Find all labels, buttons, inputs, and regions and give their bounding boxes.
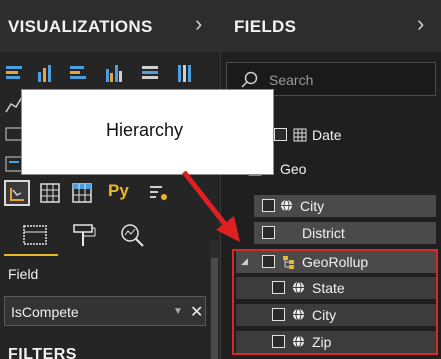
hierarchy-level-state[interactable]: State	[236, 277, 436, 299]
scrollbar-thumb[interactable]	[211, 258, 218, 359]
checkbox[interactable]	[272, 335, 285, 348]
fields-tab-icon[interactable]	[22, 222, 50, 250]
level-name: State	[312, 280, 345, 296]
hierarchy-name: GeoRollup	[302, 254, 369, 270]
visual-icons-row-1	[4, 62, 212, 88]
globe-icon	[293, 308, 304, 321]
clustered-bar-chart-icon	[70, 66, 86, 79]
100-percent-column-chart-icon	[178, 65, 191, 82]
field-well-label: Field	[8, 266, 39, 282]
clustered-column-chart-icon	[106, 65, 122, 82]
tooltip-text: Hierarchy	[106, 120, 184, 140]
fields-title: FIELDS	[234, 17, 297, 36]
format-paint-roller-icon[interactable]	[70, 222, 98, 250]
table-row-geo[interactable]: Geo	[248, 158, 436, 180]
level-name: City	[312, 307, 337, 323]
chevron-down-icon[interactable]: ▼	[173, 306, 183, 317]
level-name: Zip	[312, 334, 332, 350]
globe-icon	[281, 199, 292, 212]
globe-icon	[293, 281, 304, 294]
hierarchy-tooltip: Hierarchy	[21, 89, 274, 175]
table-visual-icon[interactable]	[40, 183, 60, 203]
analytics-magnifier-icon[interactable]	[118, 222, 146, 250]
remove-field-close-icon[interactable]: ✕	[190, 302, 203, 322]
table-name: Date	[312, 127, 342, 143]
calendar-table-icon	[293, 128, 307, 142]
field-row-district[interactable]: District	[254, 222, 436, 244]
checkbox[interactable]	[262, 226, 275, 239]
search-placeholder: Search	[269, 72, 314, 88]
hierarchy-slicer-icon[interactable]	[4, 180, 30, 206]
hierarchy-icon	[283, 256, 294, 269]
hierarchy-level-city[interactable]: City	[236, 304, 436, 326]
chevron-right-icon[interactable]: ›	[417, 13, 424, 35]
search-icon	[241, 71, 258, 88]
field-row-city[interactable]: City	[254, 195, 436, 217]
checkbox[interactable]	[274, 128, 287, 141]
checkbox[interactable]	[272, 281, 285, 294]
chevron-right-icon[interactable]: ›	[195, 13, 202, 35]
table-name: Geo	[280, 161, 307, 177]
filters-heading: FILTERS	[8, 346, 77, 359]
red-arrow-annotation	[182, 170, 240, 242]
stacked-column-chart-icon	[38, 65, 51, 82]
table-row-date[interactable]: Date	[274, 125, 436, 145]
checkbox[interactable]	[262, 199, 275, 212]
card-icon	[5, 156, 23, 172]
globe-icon	[293, 335, 304, 348]
checkbox[interactable]	[262, 255, 275, 268]
active-tab-indicator	[4, 254, 58, 256]
fields-header: FIELDS ›	[220, 0, 441, 52]
ribbon-chart-icon	[5, 127, 23, 141]
field-well-input[interactable]: IsCompete ▼ ✕	[4, 296, 206, 326]
field-well-value: IsCompete	[11, 304, 79, 320]
hierarchy-level-zip[interactable]: Zip	[236, 331, 436, 353]
visualizations-header: VISUALIZATIONS ›	[0, 0, 220, 52]
100-percent-bar-chart-icon	[142, 66, 158, 79]
hierarchy-row-georollup[interactable]: ◢ GeoRollup	[236, 251, 436, 273]
key-influencers-icon[interactable]	[148, 183, 170, 203]
visualizations-title: VISUALIZATIONS	[8, 17, 153, 36]
matrix-visual-icon[interactable]	[72, 183, 92, 203]
expand-triangle-icon[interactable]: ◢	[241, 256, 248, 267]
line-chart-icon	[5, 96, 23, 113]
field-name: City	[300, 198, 325, 214]
stacked-bar-chart-icon	[6, 66, 22, 79]
python-visual-icon[interactable]: Py	[108, 181, 129, 201]
field-name: District	[302, 225, 345, 241]
checkbox[interactable]	[272, 308, 285, 321]
